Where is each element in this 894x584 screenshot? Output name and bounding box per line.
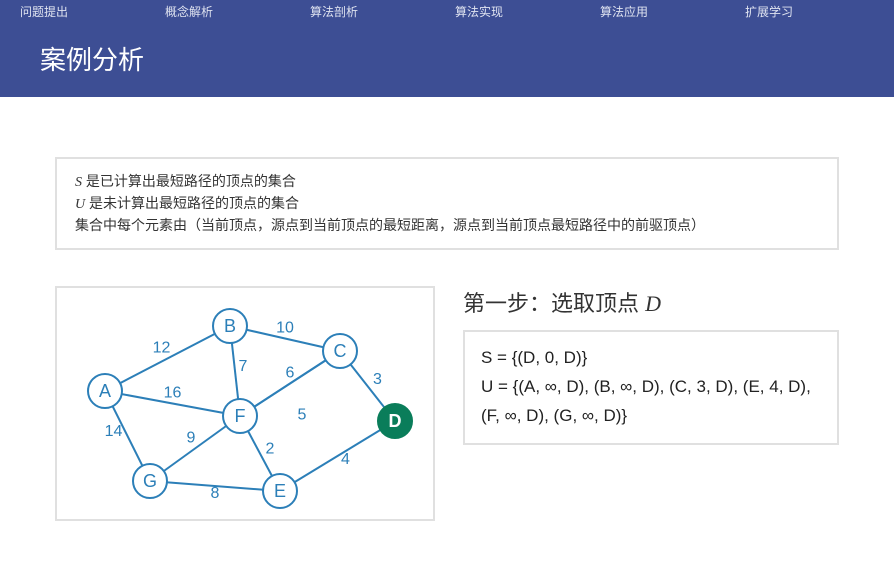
svg-text:7: 7 — [239, 358, 248, 375]
svg-text:16: 16 — [164, 385, 182, 402]
svg-text:14: 14 — [105, 423, 123, 440]
nav-item[interactable]: 算法剖析 — [302, 0, 447, 24]
set-s: S = {(D, 0, D)} — [481, 344, 821, 373]
graph-svg: 12 16 14 10 7 6 3 4 2 8 5 9 A B C D E F G — [65, 296, 425, 511]
svg-text:2: 2 — [266, 441, 275, 458]
svg-text:B: B — [224, 316, 236, 336]
nav-item[interactable]: 算法实现 — [447, 0, 592, 24]
svg-text:12: 12 — [153, 340, 171, 357]
svg-text:F: F — [235, 406, 246, 426]
content: S 是已计算出最短路径的顶点的集合 U 是未计算出最短路径的顶点的集合 集合中每… — [0, 97, 894, 551]
nav-item[interactable]: 问题提出 — [12, 0, 157, 24]
svg-text:6: 6 — [286, 365, 295, 382]
nav-item[interactable]: 算法应用 — [592, 0, 737, 24]
svg-text:D: D — [389, 411, 402, 431]
def-tuple: 集合中每个元素由（当前顶点，源点到当前顶点的最短距离，源点到当前顶点最短路径中的… — [75, 215, 819, 236]
step-title: 第一步：选取顶点 D — [463, 286, 839, 318]
svg-text:A: A — [99, 381, 111, 401]
nav-item[interactable]: 扩展学习 — [737, 0, 882, 24]
svg-text:4: 4 — [341, 451, 350, 468]
nav-item[interactable]: 概念解析 — [157, 0, 302, 24]
sets-box: S = {(D, 0, D)} U = {(A, ∞, D), (B, ∞, D… — [463, 330, 839, 445]
svg-text:9: 9 — [187, 430, 196, 447]
top-nav: 问题提出 概念解析 算法剖析 算法实现 算法应用 扩展学习 — [0, 0, 894, 24]
svg-text:C: C — [334, 341, 347, 361]
def-s: S 是已计算出最短路径的顶点的集合 — [75, 171, 819, 193]
svg-text:5: 5 — [298, 407, 307, 424]
svg-text:10: 10 — [276, 320, 294, 337]
graph-panel: 12 16 14 10 7 6 3 4 2 8 5 9 A B C D E F G — [55, 286, 435, 521]
page-title: 案例分析 — [0, 24, 894, 97]
def-u: U 是未计算出最短路径的顶点的集合 — [75, 193, 819, 215]
svg-text:E: E — [274, 481, 286, 501]
svg-text:8: 8 — [211, 485, 220, 502]
svg-text:G: G — [143, 471, 157, 491]
definitions-box: S 是已计算出最短路径的顶点的集合 U 是未计算出最短路径的顶点的集合 集合中每… — [55, 157, 839, 250]
svg-text:3: 3 — [373, 371, 382, 388]
set-u: U = {(A, ∞, D), (B, ∞, D), (C, 3, D), (E… — [481, 373, 821, 431]
